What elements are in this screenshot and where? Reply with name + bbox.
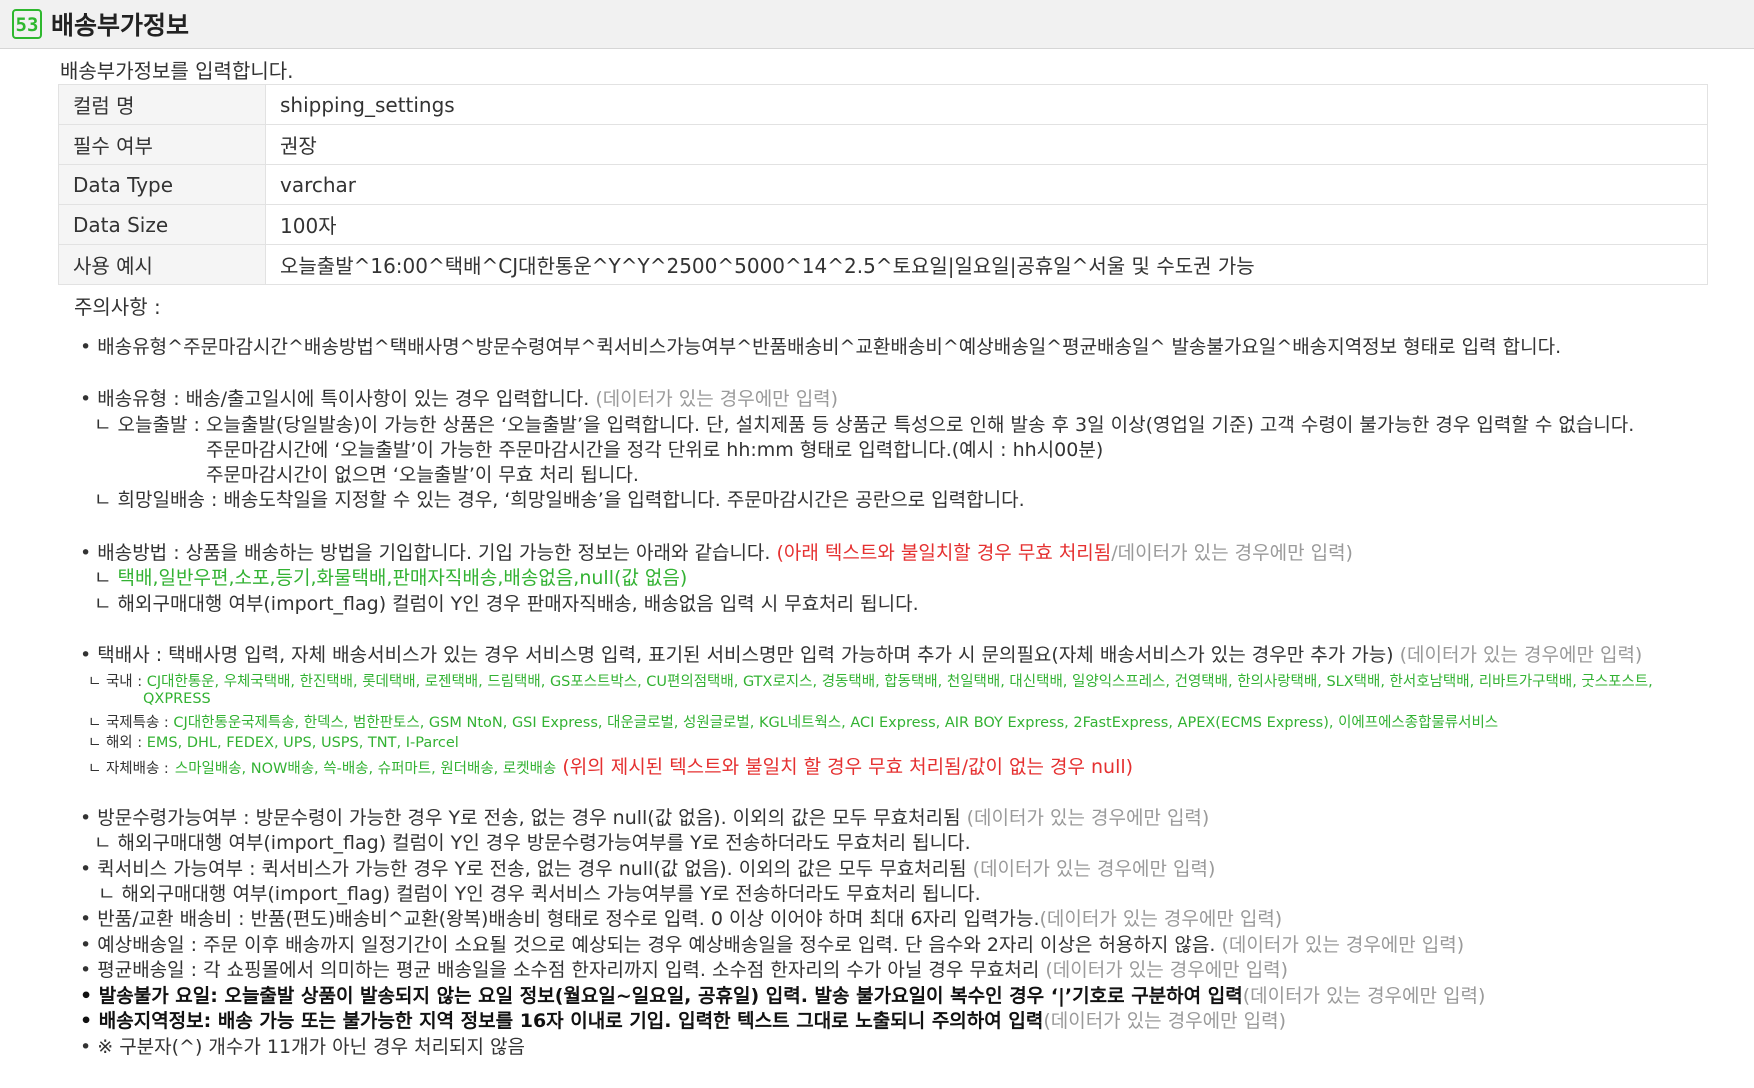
data-only-hint: (데이터가 있는 경우에만 입력) — [1242, 985, 1486, 1007]
note-text: • 반품/교환 배송비 : 반품(편도)배송비^교환(왕복)배송비 형태로 정수… — [80, 908, 1040, 930]
no-ship-day-note: • 발송불가 요일: 오늘출발 상품이 발송되지 않는 요일 정보(월요일~일요… — [80, 981, 1485, 1008]
note-text: • 방문수령가능여부 : 방문수령이 가능한 경우 Y로 전송, 없는 경우 n… — [80, 807, 961, 829]
data-only-hint: (데이터가 있는 경우에만 입력) — [595, 388, 839, 410]
return-fee-note: • 반품/교환 배송비 : 반품(편도)배송비^교환(왕복)배송비 형태로 정수… — [80, 904, 1282, 931]
courier-overseas: ㄴ 해외 : EMS, DHL, FEDEX, UPS, USPS, TNT, … — [88, 731, 459, 752]
method-options: ㄴ 택배,일반우편,소포,등기,화물택배,판매자직배송,배송없음,null(값 … — [94, 563, 687, 590]
note-text: • 발송불가 요일: 오늘출발 상품이 발송되지 않는 요일 정보(월요일~일요… — [80, 985, 1243, 1007]
format-note: • 배송유형^주문마감시간^배송방법^택배사명^방문수령여부^퀵서비스가능여부^… — [80, 336, 1562, 358]
section-header: 53 배송부가정보 — [0, 0, 1754, 49]
courier-list: 스마일배송, NOW배송, 쓱-배송, 슈퍼마트, 원더배송, 로켓배송 — [174, 761, 557, 777]
today-ship-note-3: 주문마감시간이 없으면 ‘오늘출발’이 무효 처리 됩니다. — [206, 464, 639, 486]
data-only-hint: (데이터가 있는 경우에만 입력) — [966, 807, 1210, 829]
section-intro: 배송부가정보를 입력합니다. — [60, 59, 294, 83]
courier-list: EMS, DHL, FEDEX, UPS, USPS, TNT, I-Parce… — [146, 735, 459, 751]
courier-list: QXPRESS — [143, 691, 211, 707]
row-key: 필수 여부 — [58, 124, 266, 165]
courier-label: ㄴ 자체배송 : — [88, 761, 169, 777]
quick-service-sub: ㄴ 해외구매대행 여부(import_flag) 컬럼이 Y인 경우 퀵서비스 … — [98, 883, 981, 905]
data-only-hint: (데이터가 있는 경우에만 입력) — [1043, 1010, 1287, 1032]
note-text: • 퀵서비스 가능여부 : 퀵서비스가 가능한 경우 Y로 전송, 없는 경우 … — [80, 858, 967, 880]
courier-international: ㄴ 국제특송 : CJ대한통운국제특송, 한덱스, 범한판토스, GSM Nto… — [88, 711, 1498, 732]
data-only-hint: (데이터가 있는 경우에만 입력) — [1221, 934, 1465, 956]
row-key: 컬럼 명 — [58, 84, 266, 125]
section-title: 배송부가정보 — [51, 11, 190, 40]
spec-table: 컬럼 명 shipping_settings 필수 여부 권장 Data Typ… — [58, 84, 1708, 285]
invalid-warning: (아래 텍스트와 불일치할 경우 무효 처리됨 — [776, 542, 1112, 564]
notes-heading: 주의사항 : — [74, 295, 161, 319]
courier-label: ㄴ 국내 : — [88, 674, 143, 690]
delivery-type-note: • 배송유형 : 배송/출고일시에 특이사항이 있는 경우 입력합니다. (데이… — [80, 384, 838, 411]
note-text: • 배송방법 : 상품을 배송하는 방법을 기입합니다. 기입 가능한 정보는 … — [80, 542, 771, 564]
note-text: • 배송유형 : 배송/출고일시에 특이사항이 있는 경우 입력합니다. — [80, 388, 590, 410]
row-value: 100자 — [265, 204, 1708, 245]
row-key: Data Type — [58, 164, 266, 205]
row-value: varchar — [265, 164, 1708, 205]
courier-label: ㄴ 해외 : — [88, 735, 143, 751]
data-only-hint: (데이터가 있는 경우에만 입력) — [1399, 644, 1643, 666]
courier-own: ㄴ 자체배송 : 스마일배송, NOW배송, 쓱-배송, 슈퍼마트, 원더배송,… — [88, 752, 1133, 779]
method-options-list: 택배,일반우편,소포,등기,화물택배,판매자직배송,배송없음,null(값 없음… — [117, 567, 688, 589]
row-key: 사용 예시 — [58, 244, 266, 285]
table-row: 사용 예시 오늘출발^16:00^택배^CJ대한통운^Y^Y^2500^5000… — [58, 244, 1708, 285]
quick-service-note: • 퀵서비스 가능여부 : 퀵서비스가 가능한 경우 Y로 전송, 없는 경우 … — [80, 854, 1215, 881]
separator-warning: • ※ 구분자(^) 개수가 11개가 아닌 경우 처리되지 않음 — [80, 1036, 526, 1058]
visit-pickup-sub: ㄴ 해외구매대행 여부(import_flag) 컬럼이 Y인 경우 방문수령가… — [94, 832, 971, 854]
table-row: Data Type varchar — [58, 164, 1708, 205]
note-text: • 평균배송일 : 각 쇼핑몰에서 의미하는 평균 배송일을 소수점 한자리까지… — [80, 959, 1040, 981]
row-value: shipping_settings — [265, 84, 1708, 125]
usage-example-value: 오늘출발^16:00^택배^CJ대한통운^Y^Y^2500^5000^14^2.… — [265, 244, 1708, 285]
region-note: • 배송지역정보: 배송 가능 또는 불가능한 지역 정보를 16자 이내로 기… — [80, 1006, 1286, 1033]
data-only-hint: (데이터가 있는 경우에만 입력) — [972, 858, 1216, 880]
data-only-hint: (데이터가 있는 경우에만 입력) — [1039, 908, 1283, 930]
courier-list: CJ대한통운, 우체국택배, 한진택배, 롯데택배, 로젠택배, 드림택배, G… — [146, 674, 1653, 690]
data-only-hint: /데이터가 있는 경우에만 입력) — [1111, 542, 1353, 564]
hope-date-note: ㄴ 희망일배송 : 배송도착일을 지정할 수 있는 경우, ‘희망일배송’을 입… — [94, 489, 1025, 511]
courier-list: CJ대한통운국제특송, 한덱스, 범한판토스, GSM NtoN, GSI Ex… — [173, 715, 1499, 731]
courier-domestic: ㄴ 국내 : CJ대한통운, 우체국택배, 한진택배, 롯데택배, 로젠택배, … — [88, 670, 1653, 691]
tree-prefix: ㄴ — [94, 567, 112, 589]
import-flag-note: ㄴ 해외구매대행 여부(import_flag) 컬럼이 Y인 경우 판매자직배… — [94, 593, 919, 615]
note-text: • 예상배송일 : 주문 이후 배송까지 일정기간이 소요될 것으로 예상되는 … — [80, 934, 1216, 956]
table-row: Data Size 100자 — [58, 204, 1708, 245]
courier-domestic-cont: QXPRESS — [143, 691, 211, 707]
table-row: 컬럼 명 shipping_settings — [58, 84, 1708, 125]
today-ship-note-2: 주문마감시간에 ‘오늘출발’이 가능한 주문마감시간을 정각 단위로 hh:mm… — [206, 439, 1104, 461]
table-row: 필수 여부 권장 — [58, 124, 1708, 165]
courier-note: • 택배사 : 택배사명 입력, 자체 배송서비스가 있는 경우 서비스명 입력… — [80, 640, 1642, 667]
courier-label: ㄴ 국제특송 : — [88, 715, 169, 731]
visit-pickup-note: • 방문수령가능여부 : 방문수령이 가능한 경우 Y로 전송, 없는 경우 n… — [80, 803, 1209, 830]
expected-days-note: • 예상배송일 : 주문 이후 배송까지 일정기간이 소요될 것으로 예상되는 … — [80, 930, 1464, 957]
row-key: Data Size — [58, 204, 266, 245]
note-text: • 택배사 : 택배사명 입력, 자체 배송서비스가 있는 경우 서비스명 입력… — [80, 644, 1394, 666]
average-days-note: • 평균배송일 : 각 쇼핑몰에서 의미하는 평균 배송일을 소수점 한자리까지… — [80, 955, 1288, 982]
section-number-badge: 53 — [12, 9, 42, 39]
invalid-warning: (위의 제시된 텍스트와 불일치 할 경우 무효 처리됨/값이 없는 경우 nu… — [562, 756, 1134, 778]
today-ship-note: ㄴ 오늘출발 : 오늘출발(당일발송)이 가능한 상품은 ‘오늘출발’을 입력합… — [94, 414, 1635, 436]
data-only-hint: (데이터가 있는 경우에만 입력) — [1045, 959, 1289, 981]
delivery-method-note: • 배송방법 : 상품을 배송하는 방법을 기입합니다. 기입 가능한 정보는 … — [80, 538, 1353, 565]
note-text: • 배송지역정보: 배송 가능 또는 불가능한 지역 정보를 16자 이내로 기… — [80, 1010, 1044, 1032]
row-value: 권장 — [265, 124, 1708, 165]
